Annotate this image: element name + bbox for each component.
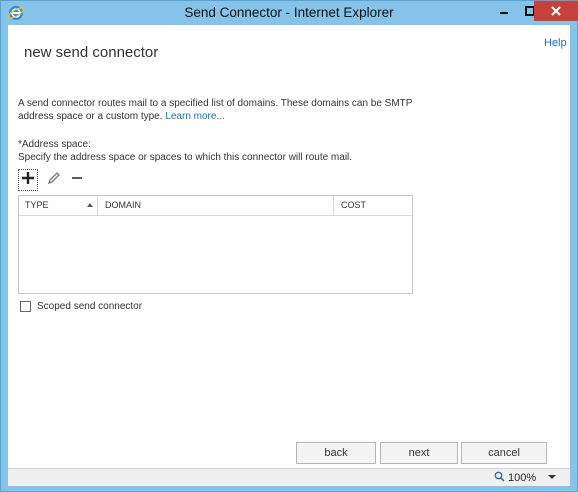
sort-ascending-icon xyxy=(87,203,93,207)
description: A send connector routes mail to a specif… xyxy=(18,97,418,123)
zoom-dropdown-arrow[interactable] xyxy=(548,475,556,479)
minus-icon xyxy=(70,171,84,190)
back-button[interactable]: back xyxy=(296,442,376,464)
address-space-grid[interactable]: TYPE DOMAIN COST xyxy=(18,195,413,294)
plus-icon xyxy=(21,171,35,190)
minimize-button[interactable] xyxy=(491,1,517,21)
zoom-level: 100% xyxy=(508,472,537,484)
column-header-type[interactable]: TYPE xyxy=(25,196,49,215)
close-button[interactable] xyxy=(534,1,578,21)
scoped-send-connector[interactable]: Scoped send connector xyxy=(20,301,142,312)
next-button[interactable]: next xyxy=(380,442,458,464)
zoom-control[interactable]: 100% xyxy=(494,471,536,485)
scoped-checkbox[interactable] xyxy=(20,301,31,312)
address-space-label: *Address space: xyxy=(18,139,91,150)
browser-window: Send Connector - Internet Explorer Help … xyxy=(0,0,578,492)
status-bar: 100% xyxy=(8,468,570,486)
magnifier-icon xyxy=(494,471,505,485)
column-divider xyxy=(333,196,334,215)
column-divider xyxy=(97,196,98,215)
page-title: new send connector xyxy=(24,44,159,61)
title-bar[interactable]: Send Connector - Internet Explorer xyxy=(1,1,578,25)
help-link[interactable]: Help xyxy=(544,37,567,49)
learn-more-link[interactable]: Learn more... xyxy=(165,111,224,122)
pencil-icon xyxy=(47,171,61,190)
column-header-domain[interactable]: DOMAIN xyxy=(105,196,141,215)
edit-button[interactable] xyxy=(43,169,65,191)
cancel-button[interactable]: cancel xyxy=(461,442,547,464)
address-space-help: Specify the address space or spaces to w… xyxy=(18,152,353,163)
scoped-label: Scoped send connector xyxy=(37,301,143,312)
dialog-content: Help new send connector A send connector… xyxy=(8,25,570,468)
grid-header: TYPE DOMAIN COST xyxy=(19,196,412,216)
scrollbar[interactable] xyxy=(571,71,577,491)
remove-button[interactable] xyxy=(66,169,88,191)
add-button[interactable] xyxy=(18,169,38,191)
column-header-cost[interactable]: COST xyxy=(341,196,366,215)
